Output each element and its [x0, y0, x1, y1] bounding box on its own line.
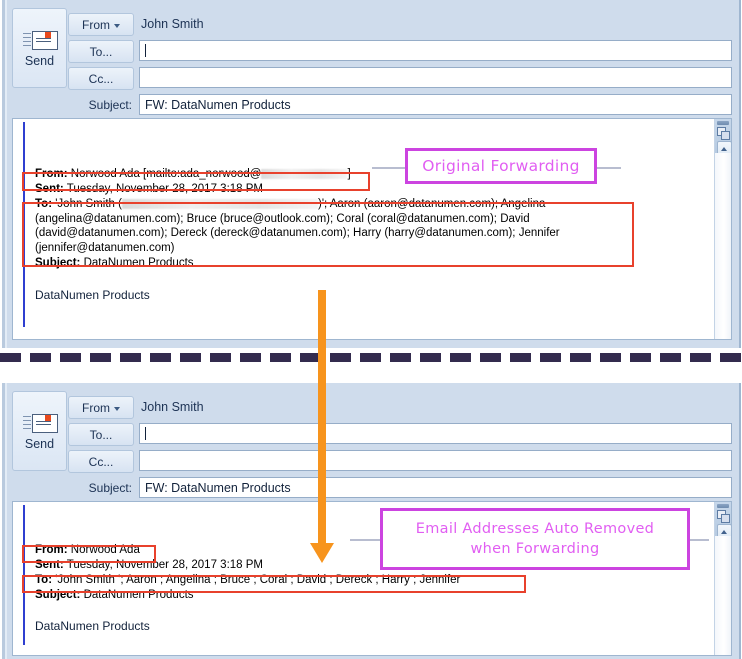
from-button-label: From — [82, 17, 110, 32]
arrow-up-icon — [721, 147, 727, 151]
cc-input[interactable] — [139, 67, 732, 88]
cc-button-label: Cc... — [88, 71, 114, 86]
from-button[interactable]: From — [68, 396, 134, 419]
subject-input[interactable]: FW: DataNumen Products — [139, 477, 732, 498]
envelope-send-icon — [22, 412, 58, 435]
subject-input[interactable]: FW: DataNumen Products — [139, 94, 732, 115]
send-button-label: Send — [24, 53, 55, 68]
cc-button[interactable]: Cc... — [68, 450, 134, 473]
highlight-box-from-top — [22, 172, 370, 191]
scrollbar-track[interactable] — [715, 536, 731, 655]
annotation-leader-line-bottom-right — [689, 539, 709, 541]
annotation-original-forwarding: Original Forwarding — [405, 148, 597, 184]
cc-input[interactable] — [139, 450, 732, 471]
annotation-auto-removed: Email Addresses Auto Removed when Forwar… — [380, 508, 690, 570]
orig-body-text: DataNumen Products — [35, 288, 150, 302]
fwd-body-text: DataNumen Products — [35, 619, 150, 633]
from-button-label: From — [82, 400, 110, 415]
envelope-send-icon — [22, 29, 58, 52]
window-right-edge — [734, 0, 742, 348]
to-button-label: To... — [89, 44, 113, 59]
subject-label: Subject: — [88, 480, 132, 495]
send-button-label: Send — [24, 436, 55, 451]
cc-button-label: Cc... — [88, 454, 114, 469]
highlight-box-to-top — [22, 202, 634, 267]
subject-label: Subject: — [88, 97, 132, 112]
highlight-box-to-bottom — [22, 575, 526, 593]
window-right-edge — [734, 383, 742, 659]
to-button[interactable]: To... — [68, 423, 134, 446]
from-value: John Smith — [141, 16, 204, 31]
to-input[interactable] — [139, 40, 732, 61]
chevron-down-icon — [114, 406, 120, 411]
send-button[interactable]: Send — [12, 8, 67, 88]
flow-arrow-head — [310, 543, 334, 563]
annotation-auto-removed-line2: when Forwarding — [470, 541, 600, 557]
highlight-box-from-bottom — [22, 545, 156, 563]
cc-button[interactable]: Cc... — [68, 67, 134, 90]
body-scrollbar[interactable] — [714, 119, 732, 339]
annotation-leader-line-top-right — [597, 167, 621, 169]
split-window-icon — [717, 510, 730, 523]
to-input[interactable] — [139, 423, 732, 444]
text-cursor — [145, 44, 146, 57]
from-value: John Smith — [141, 399, 204, 414]
text-cursor — [145, 427, 146, 440]
to-button-label: To... — [89, 427, 113, 442]
window-left-edge — [0, 0, 7, 348]
screenshot-root: Send From John Smith To... Cc... Subject… — [0, 0, 742, 659]
from-button[interactable]: From — [68, 13, 134, 36]
flow-arrow-shaft — [318, 290, 326, 545]
split-window-icon — [717, 127, 730, 140]
send-button[interactable]: Send — [12, 391, 67, 471]
arrow-up-icon — [721, 530, 727, 534]
split-handle[interactable] — [717, 121, 729, 125]
to-button[interactable]: To... — [68, 40, 134, 63]
window-left-edge — [0, 383, 7, 659]
chevron-down-icon — [114, 23, 120, 28]
scrollbar-track[interactable] — [715, 153, 731, 339]
body-scrollbar[interactable] — [714, 502, 732, 655]
annotation-auto-removed-line1: Email Addresses Auto Removed — [415, 521, 655, 537]
split-handle[interactable] — [717, 504, 729, 508]
section-divider — [0, 353, 742, 362]
